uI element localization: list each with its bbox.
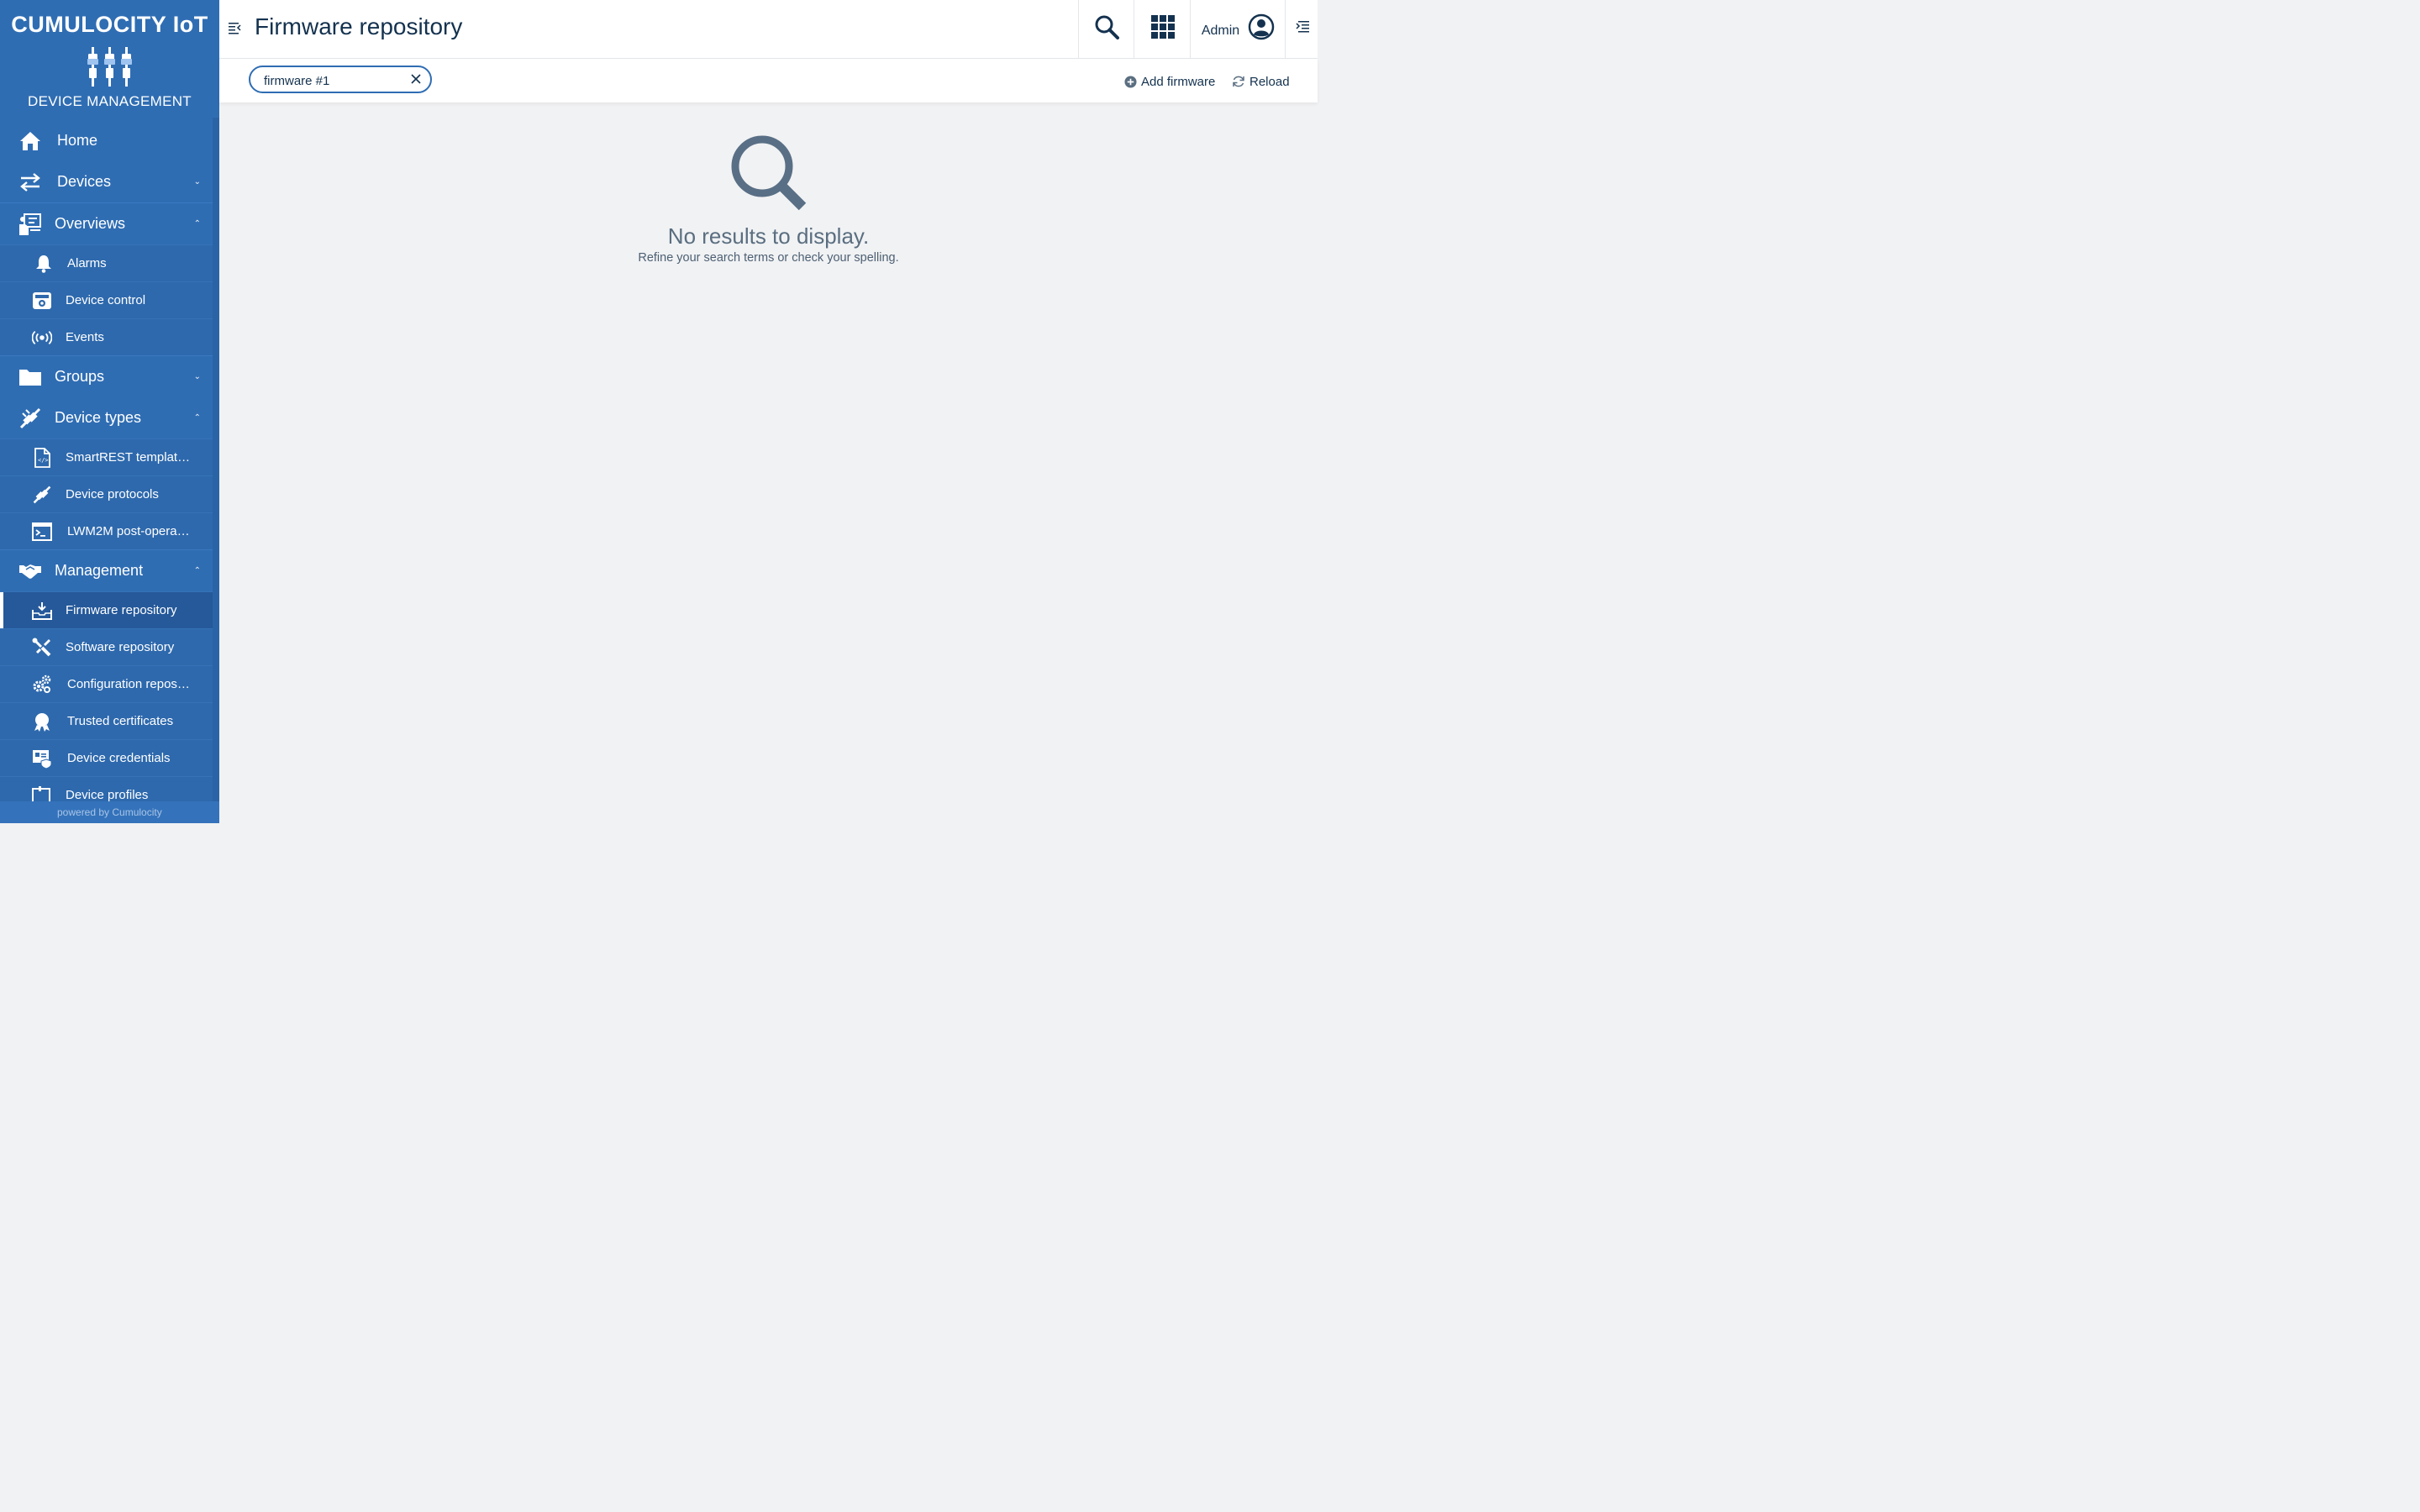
plug-icon [32,485,52,505]
sidebar-item-label: Device profiles [66,788,149,802]
sidebar-item-label: Device credentials [67,751,171,765]
sidebar-item-label: Home [57,132,98,149]
clear-icon[interactable] [409,72,423,86]
sidebar-scrollbar[interactable] [213,118,219,802]
sidebar-item-label: LWM2M post-opera… [67,524,190,538]
sidebar-item-device-types[interactable]: Device types ⌃ [0,397,213,438]
add-firmware-label: Add firmware [1141,74,1216,89]
chevron-up-icon: ⌃ [193,413,201,423]
global-search-button[interactable] [1078,0,1134,58]
sidebar-item-management[interactable]: Management ⌃ [0,550,213,591]
sidebar-item-configuration-repository[interactable]: Configuration repos… [0,665,213,702]
badge-icon [32,711,52,732]
terminal-icon [32,522,52,542]
sidebar-item-trusted-certificates[interactable]: Trusted certificates [0,702,213,739]
sidebar-item-label: Trusted certificates [67,714,174,728]
empty-state-subtitle: Refine your search terms or check your s… [638,251,899,265]
sidebar-item-device-protocols[interactable]: Device protocols [0,475,213,512]
device-control-icon [32,291,52,311]
chevron-down-icon: ⌄ [193,372,201,381]
presentation-icon [18,213,42,236]
sidebar-item-software-repository[interactable]: Software repository [0,628,213,665]
arrows-exchange-icon [18,171,42,194]
sidebar-nav: Home Devices ⌄ Overviews ⌃ Alarms Device… [0,120,213,813]
action-bar: Add firmware Reload [219,59,1318,102]
code-file-icon: </> [32,447,52,468]
sidebar-item-label: Device types [55,409,142,426]
gears-icon [32,675,52,695]
sidebar-item-smartrest-templates[interactable]: </> SmartREST templat… [0,438,213,475]
svg-text:</>: </> [38,457,49,464]
home-icon [18,129,42,153]
page-title: Firmware repository [255,13,463,39]
cumulocity-logo-icon [87,47,132,87]
add-firmware-button[interactable]: Add firmware [1124,73,1215,90]
sidebar-item-label: Management [55,562,144,579]
plug-icon [18,407,42,430]
handshake-icon [18,559,42,583]
folder-icon [18,365,42,389]
sidebar-item-firmware-repository[interactable]: Firmware repository [0,591,213,628]
sidebar-item-label: Overviews [55,215,126,232]
sidebar-item-label: Device protocols [66,487,159,501]
broadcast-icon [32,328,52,348]
sidebar-item-lwm2m-post-operations[interactable]: LWM2M post-opera… [0,512,213,549]
app-switcher-button[interactable] [1134,0,1191,58]
reload-label: Reload [1249,74,1290,89]
chevron-up-icon: ⌃ [193,566,201,575]
user-name: Admin [1201,23,1240,38]
toggle-sidebar-icon[interactable] [228,18,243,37]
filter-search [249,66,432,93]
sidebar-item-alarms[interactable]: Alarms [0,244,213,281]
brand-title: CUMULOCITY IoT [11,12,208,37]
magnifier-icon [731,135,807,211]
sidebar: CUMULOCITY IoT DEVICE MANAGEMENT Home De… [0,0,219,823]
empty-state-title: No results to display. [667,223,870,249]
sidebar-item-label: Groups [55,368,105,385]
toggle-right-drawer-icon [1295,18,1310,39]
sidebar-item-groups[interactable]: Groups ⌄ [0,356,213,397]
reload-button[interactable]: Reload [1232,73,1290,90]
sidebar-item-device-control[interactable]: Device control [0,281,213,318]
sidebar-item-label: Alarms [67,256,107,270]
plus-circle-icon [1124,75,1137,88]
sidebar-item-label: Device control [66,293,146,307]
user-menu-button[interactable]: Admin [1190,0,1286,58]
sidebar-item-events[interactable]: Events [0,318,213,355]
sidebar-item-home[interactable]: Home [0,120,213,161]
right-drawer-button[interactable] [1285,0,1318,58]
sidebar-item-label: Software repository [66,640,175,654]
filter-search-input[interactable] [262,71,408,91]
sidebar-item-label: Firmware repository [66,603,177,617]
grid-icon [1150,14,1176,44]
chevron-down-icon: ⌄ [193,177,201,186]
brand-subtitle: DEVICE MANAGEMENT [28,93,192,109]
sidebar-item-devices[interactable]: Devices ⌄ [0,161,213,202]
sidebar-item-label: Devices [57,173,112,190]
bell-icon [34,254,54,274]
credentials-icon [32,748,52,769]
tools-icon [32,638,52,658]
user-avatar-icon [1248,13,1275,45]
sidebar-item-device-credentials[interactable]: Device credentials [0,739,213,776]
chevron-up-icon: ⌃ [193,219,201,228]
sidebar-item-label: Configuration repos… [67,677,190,691]
sidebar-item-label: Events [66,330,104,344]
download-tray-icon [32,601,52,621]
refresh-icon [1233,76,1244,87]
header: Firmware repository Admin [219,0,1318,59]
sidebar-item-label: SmartREST templat… [66,450,191,465]
brand: CUMULOCITY IoT DEVICE MANAGEMENT [0,0,219,118]
search-icon [1094,14,1119,44]
sidebar-item-overviews[interactable]: Overviews ⌃ [0,203,213,244]
powered-by: powered by Cumulocity [0,801,219,823]
